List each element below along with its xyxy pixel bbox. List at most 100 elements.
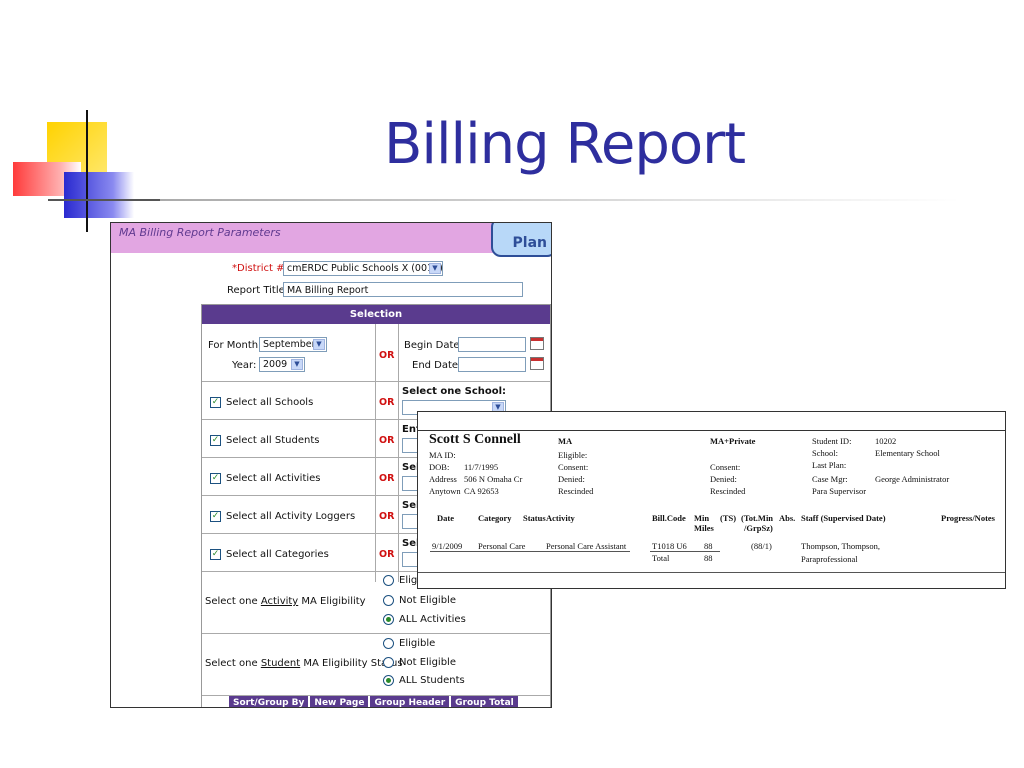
col-miles: Miles [694,523,714,533]
school-label: School: [812,448,838,458]
select-all-schools-label: Select all Schools [226,397,314,408]
activity-not-eligible-radio[interactable] [383,595,394,606]
select-all-schools-checkbox[interactable]: ✓ [210,397,221,408]
or-label: OR [379,473,395,484]
or-label: OR [379,549,395,560]
select-all-activities-checkbox[interactable]: ✓ [210,473,221,484]
district-select[interactable]: cmERDC Public Schools X (0011) ▼ [283,261,443,276]
tab-group-total[interactable]: Group Total [451,696,518,707]
report-top-rule [418,430,1005,431]
column-divider [375,324,376,582]
row-staff-role: Paraprofessional [801,554,858,564]
denied2-label: Denied: [710,474,737,484]
address-value: 506 N Omaha Cr [464,474,523,484]
form-header: MA Billing Report Parameters Plan [111,223,551,257]
col-category: Category [478,513,512,523]
school-value: Elementary School [875,448,940,458]
select-all-categories-checkbox[interactable]: ✓ [210,549,221,560]
student-link[interactable]: Student [261,658,300,669]
col-bill-code: Bill.Code [652,513,686,523]
consent-label: Consent: [558,462,589,472]
report-option-tabs: Sort/Group By New Page Group Header Grou… [229,696,518,707]
total-label: Total [652,553,670,563]
select-all-students-label: Select all Students [226,435,320,446]
row-bill-code: T1018 U6 [652,541,687,551]
last-plan-label: Last Plan: [812,460,847,470]
select-all-students-checkbox[interactable]: ✓ [210,435,221,446]
billing-report-output: Scott S Connell MA ID: DOB: 11/7/1995 Ad… [417,411,1006,589]
activity-option-label: Not Eligible [399,595,456,606]
case-mgr-label: Case Mgr: [812,474,848,484]
student-eligibility-label: Select one Student MA Eligibility Status [205,658,403,669]
report-title-input[interactable]: MA Billing Report [283,282,523,297]
month-select-value: September [263,339,316,350]
student-eligible-radio[interactable] [383,638,394,649]
col-activity: Activity [546,513,575,523]
activity-option-label: ALL Activities [399,614,466,625]
col-date: Date [437,513,454,523]
select-all-loggers-checkbox[interactable]: ✓ [210,511,221,522]
begin-date-label: Begin Date: [404,340,463,351]
col-ts: (TS) [720,513,737,523]
begin-date-input[interactable] [458,337,526,352]
col-staff: Staff (Supervised Date) [801,513,886,523]
tab-sort-group-by[interactable]: Sort/Group By [229,696,309,707]
district-label: *District #: [232,263,288,274]
year-label: Year: [232,360,257,371]
dob-label: DOB: [429,462,450,472]
end-date-input[interactable] [458,357,526,372]
col-status: Status [523,513,546,523]
rescinded-label: Rescinded [558,486,594,496]
or-label: OR [379,397,395,408]
report-title-label: Report Title: [227,285,289,296]
activity-all-radio[interactable] [383,614,394,625]
calendar-icon[interactable] [530,357,544,370]
para-supervisor-label: Para Supervisor [812,486,867,496]
logo-horizontal-line [48,199,168,201]
activity-eligibility-label: Select one Activity MA Eligibility [205,596,366,607]
total-underline [650,551,720,552]
row-activity: Personal Care Assistant [546,541,627,551]
row-date: 9/1/2009 [432,541,463,551]
ma-heading: MA [558,436,573,446]
select-one-school-label: Select one School: [402,386,507,397]
student-option-label: ALL Students [399,675,465,686]
col-abs: Abs. [779,513,796,523]
logo-blue-square [64,172,134,218]
eligible-label: Eligible: [558,450,588,460]
col-tot-min: (Tot.Min [741,513,774,523]
student-option-label: Not Eligible [399,657,456,668]
rescinded2-label: Rescinded [710,486,746,496]
dob-value: 11/7/1995 [464,462,499,472]
tab-new-page[interactable]: New Page [310,696,369,707]
select-all-categories-label: Select all Categories [226,549,329,560]
row-tot-min: (88/1) [751,541,772,551]
select-all-loggers-label: Select all Activity Loggers [226,511,356,522]
selection-header: Selection [202,305,550,324]
student-id-value: 10202 [875,436,897,446]
ma-private-heading: MA+Private [710,436,756,446]
report-bottom-rule [418,572,1005,573]
consent2-label: Consent: [710,462,741,472]
address-label: Address [429,474,457,484]
activity-eligible-radio[interactable] [383,575,394,586]
student-option-label: Eligible [399,638,436,649]
row-divider [202,633,550,634]
or-label: OR [379,350,395,361]
year-select[interactable]: 2009 ▼ [259,357,305,372]
chevron-down-icon: ▼ [291,359,303,370]
case-mgr-value: George Administrator [875,474,950,484]
student-name: Scott S Connell [429,432,521,447]
slide-title: Billing Report [384,112,746,177]
end-date-label: End Date: [412,360,462,371]
student-all-radio[interactable] [383,675,394,686]
form-header-title: MA Billing Report Parameters [119,226,281,239]
student-not-eligible-radio[interactable] [383,657,394,668]
tab-group-header[interactable]: Group Header [370,696,450,707]
row-category: Personal Care [478,541,526,551]
student-id-label: Student ID: [812,436,852,446]
activity-link[interactable]: Activity [261,596,298,607]
calendar-icon[interactable] [530,337,544,350]
month-select[interactable]: September ▼ [259,337,327,352]
column-divider [398,324,399,582]
